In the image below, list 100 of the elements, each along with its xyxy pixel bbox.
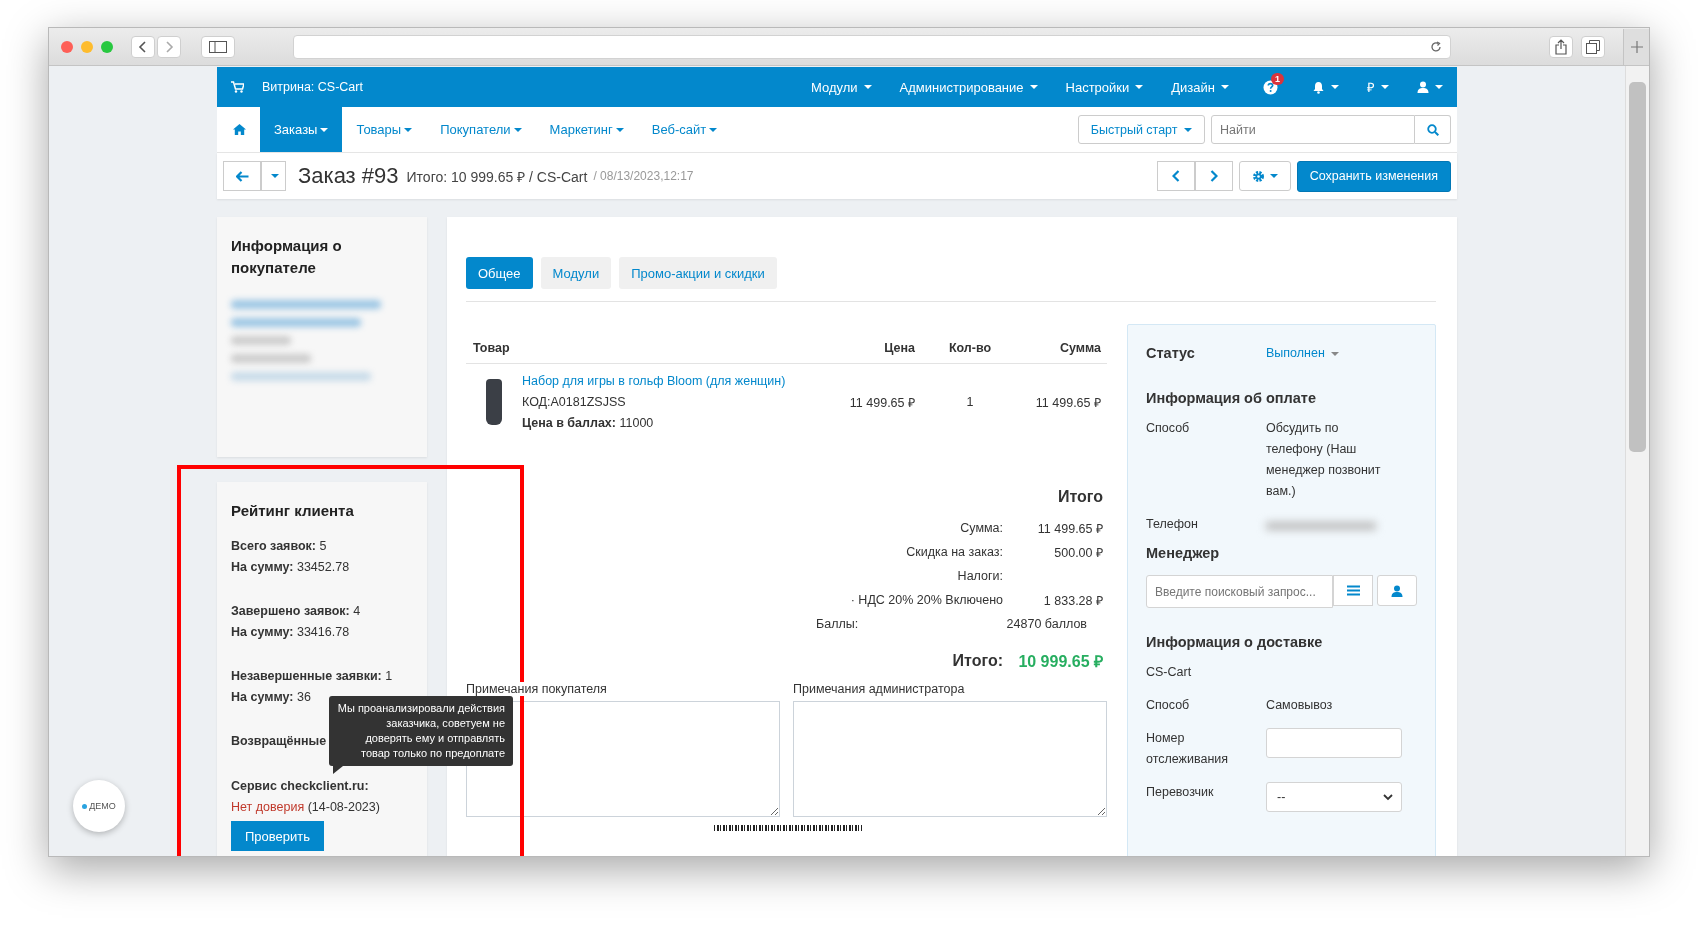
product-code: КОД:A0181ZSJSS xyxy=(522,393,627,411)
tracking-number-field[interactable] xyxy=(1266,728,1402,758)
top-menu-item[interactable]: Дизайн xyxy=(1171,79,1229,95)
main-menu-tab[interactable]: Заказы xyxy=(260,107,343,152)
tab[interactable]: Общее xyxy=(466,257,533,289)
demo-badge: ДЕМО xyxy=(73,780,125,832)
tabs-overview-button[interactable] xyxy=(1581,35,1605,58)
list-button[interactable] xyxy=(1333,575,1373,606)
close-window-button[interactable] xyxy=(61,40,73,53)
card-title: Рейтинг клиента xyxy=(231,501,355,521)
trust-status-link[interactable]: Нет доверия xyxy=(231,800,305,814)
notification-badge: 1 xyxy=(1271,72,1284,85)
next-order-button[interactable] xyxy=(1194,161,1233,191)
rating-stat: Незавершенные заявки: 1 xyxy=(231,668,394,685)
total-value: 1 833.28 ₽ xyxy=(1043,593,1103,608)
previous-order-button[interactable] xyxy=(1156,161,1195,191)
tabs-icon xyxy=(1586,39,1600,54)
tab[interactable]: Промо-акции и скидки xyxy=(619,257,777,289)
arrow-left-icon xyxy=(235,170,249,182)
field-label: Перевозчик xyxy=(1146,784,1215,801)
settings-icon xyxy=(1251,169,1265,183)
order-summary: Итого: 10 999.65 ₽ / CS-Cart xyxy=(406,167,588,186)
share-icon xyxy=(1555,38,1567,55)
product-link[interactable]: Набор для игры в гольф Bloom (для женщин) xyxy=(522,372,786,390)
rating-stat: На сумму: 33452.78 xyxy=(231,559,351,576)
order-date: / 08/13/2023,12:17 xyxy=(593,169,694,183)
search-icon xyxy=(1426,123,1439,136)
reload-icon[interactable] xyxy=(1430,40,1442,53)
table-cell-text: 11 499.65 ₽ xyxy=(1034,394,1102,411)
notifications-menu[interactable] xyxy=(1312,80,1339,94)
main-menu-tab[interactable]: Веб-сайт xyxy=(637,107,732,152)
grand-total-label: Итого: xyxy=(951,652,1003,670)
service-label: Сервис checkclient.ru: xyxy=(231,778,370,795)
table-cell-text: 1 xyxy=(965,395,975,409)
top-menu-item[interactable]: Администрирование xyxy=(899,79,1038,95)
top-menu-item[interactable]: Настройки xyxy=(1065,79,1144,95)
top-menu-item[interactable]: Модули xyxy=(811,79,872,95)
carrier-select[interactable]: -- xyxy=(1266,782,1402,812)
field-label: Номер отслеживания xyxy=(1146,730,1230,768)
search-field[interactable]: Найти xyxy=(1211,115,1415,144)
field-value: Самовывоз xyxy=(1266,697,1334,714)
chevron-right-icon xyxy=(164,39,174,54)
back-button[interactable] xyxy=(131,35,155,58)
column-header: Товар xyxy=(472,340,511,355)
chevron-down-icon xyxy=(1383,793,1393,801)
assign-user-button[interactable] xyxy=(1377,575,1417,606)
total-label: Сумма: xyxy=(959,521,1003,535)
section-title: Информация о доставке xyxy=(1146,634,1324,650)
scrollbar[interactable] xyxy=(1625,66,1649,856)
status-dropdown[interactable]: Выполнен xyxy=(1266,343,1340,364)
field-label: Способ xyxy=(1146,697,1191,714)
rating-stat: На сумму: 33416.78 xyxy=(231,624,351,641)
list-icon xyxy=(1346,585,1360,596)
user-menu[interactable] xyxy=(1417,81,1443,93)
quick-start-button[interactable]: Быстрый старт xyxy=(1077,115,1205,144)
save-changes-button[interactable]: Сохранить изменения xyxy=(1296,160,1451,192)
search-button[interactable] xyxy=(1415,115,1451,144)
field-value: Обсудить по телефону (Наш менеджер позвонит вам.) xyxy=(1266,420,1382,500)
shipping-store: CS-Cart xyxy=(1146,664,1192,681)
field-label: Телефон xyxy=(1146,516,1199,533)
plus-icon xyxy=(1630,40,1643,53)
manager-search-field[interactable]: Введите поисковый запрос... xyxy=(1146,575,1333,608)
sidebar-icon xyxy=(209,40,227,53)
back-arrow-button[interactable] xyxy=(223,161,261,191)
user-icon xyxy=(1391,584,1403,597)
column-header: Цена xyxy=(883,340,915,355)
tooltip-arrow-icon xyxy=(333,766,343,774)
storefront-link[interactable]: Витрина: CS-Cart xyxy=(262,80,363,94)
product-points: Цена в баллах: 11000 xyxy=(522,414,655,432)
total-label: Баллы: xyxy=(816,617,860,631)
notes-label: Примечания администратора xyxy=(793,682,965,696)
settings-button[interactable] xyxy=(1238,161,1291,191)
main-menu-tab[interactable]: Маркетинг xyxy=(535,107,638,152)
total-value: 500.00 ₽ xyxy=(1054,545,1103,560)
chevron-left-icon xyxy=(1171,170,1180,182)
new-tab-button[interactable] xyxy=(1623,28,1649,65)
currency-menu[interactable]: ₽ xyxy=(1367,78,1389,96)
returned-label: Возвращённые xyxy=(231,733,327,750)
chevron-right-icon xyxy=(1209,170,1218,182)
main-menu-tab[interactable]: Покупатели xyxy=(426,107,536,152)
table-cell-text: 11 499.65 ₽ xyxy=(848,394,915,411)
chevron-left-icon xyxy=(138,39,148,54)
share-button[interactable] xyxy=(1549,35,1573,58)
card-title: Информация о покупателе xyxy=(231,236,343,278)
check-button[interactable]: Проверить xyxy=(231,821,324,851)
sidebar-toggle-button[interactable] xyxy=(201,35,235,58)
rating-stat: Всего заявок: 5 xyxy=(231,538,328,555)
totals-title: Итого xyxy=(1056,488,1103,506)
admin-notes-field[interactable] xyxy=(793,701,1107,817)
user-icon xyxy=(1417,81,1429,93)
order-title: Заказ #93 xyxy=(298,163,399,189)
total-label: Скидка на заказ: xyxy=(905,545,1003,559)
trust-date: (14-08-2023) xyxy=(307,800,380,814)
total-label: · НДС 20% 20% Включено xyxy=(849,593,1003,607)
main-menu-tab[interactable]: Товары xyxy=(342,107,427,152)
photo-placeholder xyxy=(486,379,502,425)
home-icon xyxy=(233,124,246,135)
section-title: Менеджер xyxy=(1146,545,1221,561)
rating-stat: Завершено заявок: 4 xyxy=(231,603,362,620)
tab[interactable]: Модули xyxy=(540,257,612,289)
